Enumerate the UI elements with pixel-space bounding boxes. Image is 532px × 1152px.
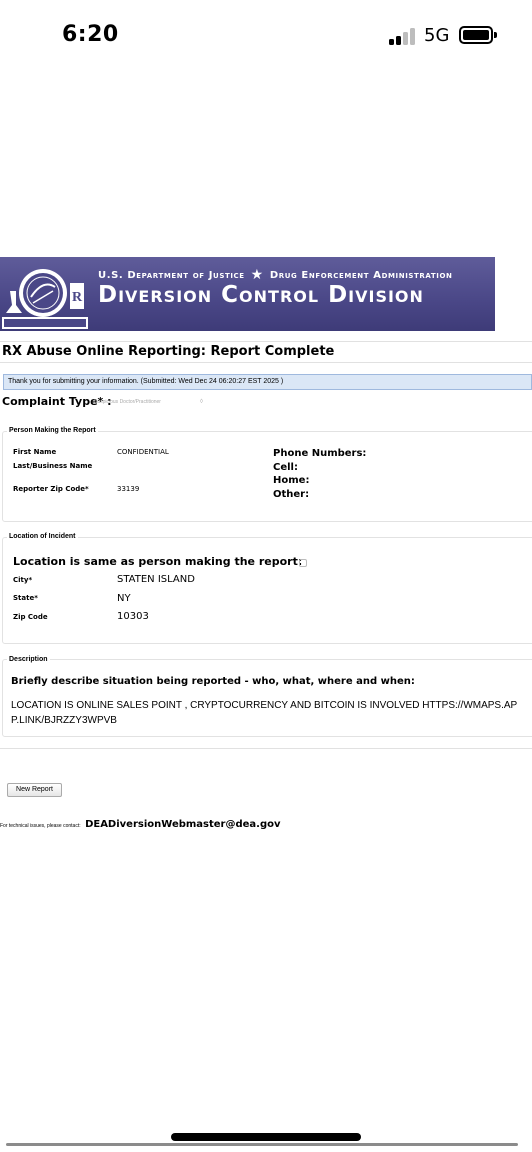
battery-cap [494,32,497,38]
reporter-legend: Person Making the Report [7,427,98,434]
location-legend: Location of Incident [7,533,78,540]
confirmation-banner: Thank you for submitting your informatio… [3,374,532,390]
reporter-zip-value: 33139 [117,485,140,493]
complaint-type-select[interactable]: Suspicious Doctor/Practitioner ◊ [94,399,214,405]
state-value: NY [117,593,131,604]
location-same-label: Location is same as person making the re… [13,555,303,568]
horizontal-scrollbar[interactable] [6,1143,518,1146]
zip-code-value: 10303 [117,611,149,622]
banner-agencies: U.S. Department of Justice ★ Drug Enforcem… [98,267,452,283]
home-indicator[interactable] [171,1133,361,1141]
webmaster-email-link[interactable]: DEADiversionWebmaster@dea.gov [85,819,280,830]
state-label: State* [13,594,38,602]
divider [0,341,532,342]
network-type: 5G [424,25,450,46]
home-label: Home: [273,475,310,486]
star-icon: ★ [250,267,264,283]
other-label: Other: [273,489,310,500]
signal-strength-icon [389,27,417,45]
first-name-value: CONFIDENTIAL [117,448,169,456]
reporter-zip-label: Reporter Zip Code* [13,485,89,493]
svg-text:R: R [72,290,83,305]
description-prompt: Briefly describe situation being reporte… [11,676,415,687]
last-name-label: Last/Business Name [13,462,93,470]
zip-code-label: Zip Code [13,613,48,621]
location-same-checkbox[interactable] [299,559,307,567]
banner-doj: U.S. Department of Justice [98,270,245,281]
complaint-type-value: Suspicious Doctor/Practitioner [94,399,161,405]
dea-banner: R U.S. Department of Justice ★ Drug Enforc… [0,257,495,331]
new-report-button[interactable]: New Report [7,783,62,797]
city-label: City* [13,576,33,584]
description-text-line1: LOCATION IS ONLINE SALES POINT , CRYPTOC… [11,700,518,711]
banner-dea: Drug Enforcement Administration [269,270,453,281]
cell-label: Cell: [273,462,298,473]
phone-numbers-label: Phone Numbers: [273,448,367,459]
description-text-line2: P.LINK/BJRZZY3WPVB [11,715,117,726]
location-fieldset [2,537,532,644]
description-legend: Description [7,656,50,663]
reporter-fieldset [2,431,532,522]
page-title: RX Abuse Online Reporting: Report Comple… [2,344,335,359]
dea-seal-icon: R [2,269,88,329]
divider [0,362,532,363]
contact-line: For technical issues, please contact: DE… [0,814,281,832]
select-arrow-icon: ◊ [200,399,203,405]
first-name-label: First Name [13,448,57,456]
city-value: STATEN ISLAND [117,574,195,585]
status-time: 6:20 [62,22,119,47]
battery-icon [459,26,493,44]
contact-prefix: For technical issues, please contact: [0,823,81,829]
divider [0,748,532,749]
banner-title: Diversion Control Division [98,282,424,308]
